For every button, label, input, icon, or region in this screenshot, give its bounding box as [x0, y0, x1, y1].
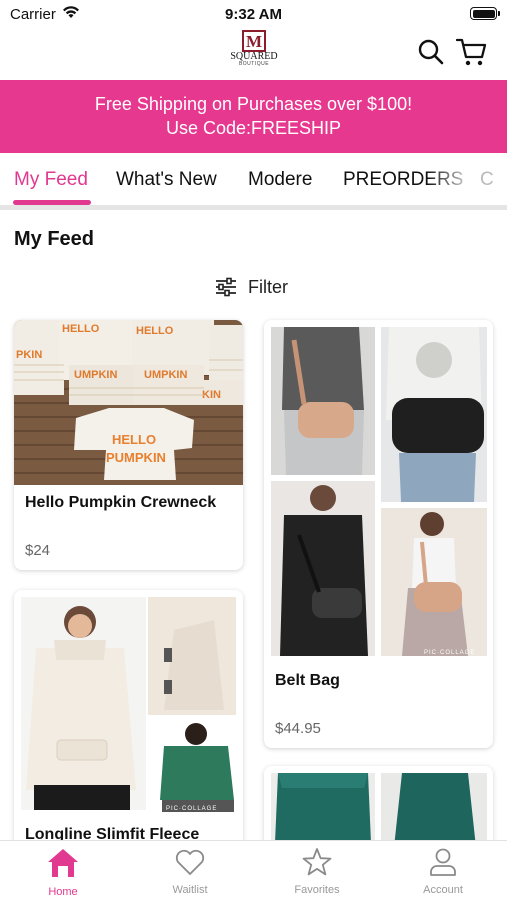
- heart-icon: [175, 849, 205, 875]
- svg-text:PUMPKIN: PUMPKIN: [106, 450, 166, 465]
- nav-home[interactable]: Home: [13, 847, 113, 898]
- product-price: $44.95: [275, 720, 321, 737]
- person-icon: [430, 848, 456, 876]
- collage-watermark: PIC·COLLAGE: [424, 650, 475, 656]
- nav-favorites[interactable]: Favorites: [267, 847, 367, 896]
- clock: 9:32 AM: [225, 6, 282, 23]
- status-bar: Carrier 9:32 AM: [0, 0, 507, 28]
- section-title: My Feed: [14, 228, 95, 250]
- product-image-hello-pumpkin: HELLO HELLO PKIN UMPKIN UMPKIN KIN HELLO…: [14, 320, 243, 485]
- nav-waitlist[interactable]: Waitlist: [140, 847, 240, 896]
- nav-home-label: Home: [48, 886, 78, 898]
- svg-text:UMPKIN: UMPKIN: [74, 369, 117, 381]
- product-card[interactable]: PIC·COLLAGE Longline Slimfit Fleece: [14, 590, 243, 860]
- product-name: Belt Bag: [275, 672, 340, 689]
- star-icon: [302, 848, 332, 876]
- filter-label: Filter: [248, 276, 288, 297]
- tab-preorders-label: PREORDERS: [343, 169, 464, 190]
- sliders-icon: [216, 277, 236, 297]
- filter-button[interactable]: Filter: [214, 275, 288, 299]
- cart-icon: [455, 38, 487, 66]
- promo-banner[interactable]: Free Shipping on Purchases over $100! Us…: [0, 80, 507, 153]
- search-icon: [418, 39, 444, 65]
- product-card[interactable]: PIC·COLLAGE Belt Bag $44.95: [264, 320, 493, 748]
- brand-logo[interactable]: M SQUARED BOUTIQUE: [228, 30, 280, 72]
- category-tabs: My Feed What's New Modere PREORDERS C: [0, 153, 507, 210]
- product-image-fleece: PIC·COLLAGE: [14, 590, 243, 818]
- svg-text:UMPKIN: UMPKIN: [144, 369, 187, 381]
- product-name: Hello Pumpkin Crewneck: [25, 494, 217, 511]
- bottom-tab-bar: Home Waitlist Favorites Account: [0, 840, 507, 900]
- svg-text:HELLO: HELLO: [112, 432, 156, 447]
- app-header: M SQUARED BOUTIQUE: [0, 28, 507, 80]
- nav-waitlist-label: Waitlist: [172, 884, 208, 896]
- promo-line-2: Use Code:FREESHIP: [165, 118, 342, 138]
- nav-favorites-label: Favorites: [294, 884, 340, 896]
- product-price: $24: [25, 542, 51, 559]
- tab-modere[interactable]: Modere: [248, 169, 312, 191]
- product-image-belt-bag: PIC·COLLAGE: [264, 320, 493, 665]
- active-tab-indicator: [13, 200, 91, 205]
- collage-watermark: PIC·COLLAGE: [166, 806, 217, 812]
- svg-text:HELLO: HELLO: [62, 323, 100, 335]
- svg-text:HELLO: HELLO: [136, 325, 174, 337]
- svg-text:KIN: KIN: [202, 389, 221, 401]
- battery-icon: [470, 7, 500, 20]
- promo-line-1: Free Shipping on Purchases over $100!: [94, 94, 413, 114]
- nav-account-label: Account: [423, 884, 463, 896]
- cart-button[interactable]: [455, 36, 487, 68]
- tab-more[interactable]: C: [480, 169, 494, 191]
- product-card[interactable]: HELLO HELLO PKIN UMPKIN UMPKIN KIN HELLO…: [14, 320, 243, 570]
- tab-my-feed[interactable]: My Feed: [14, 169, 88, 191]
- tab-whats-new[interactable]: What's New: [116, 169, 217, 191]
- home-icon: [48, 849, 78, 877]
- tab-preorders[interactable]: PREORDERS: [343, 169, 463, 191]
- nav-account[interactable]: Account: [393, 847, 493, 896]
- svg-text:PKIN: PKIN: [16, 349, 42, 361]
- logo-mark: M: [242, 30, 266, 52]
- logo-subtext: BOUTIQUE: [238, 61, 270, 67]
- search-button[interactable]: [415, 36, 447, 68]
